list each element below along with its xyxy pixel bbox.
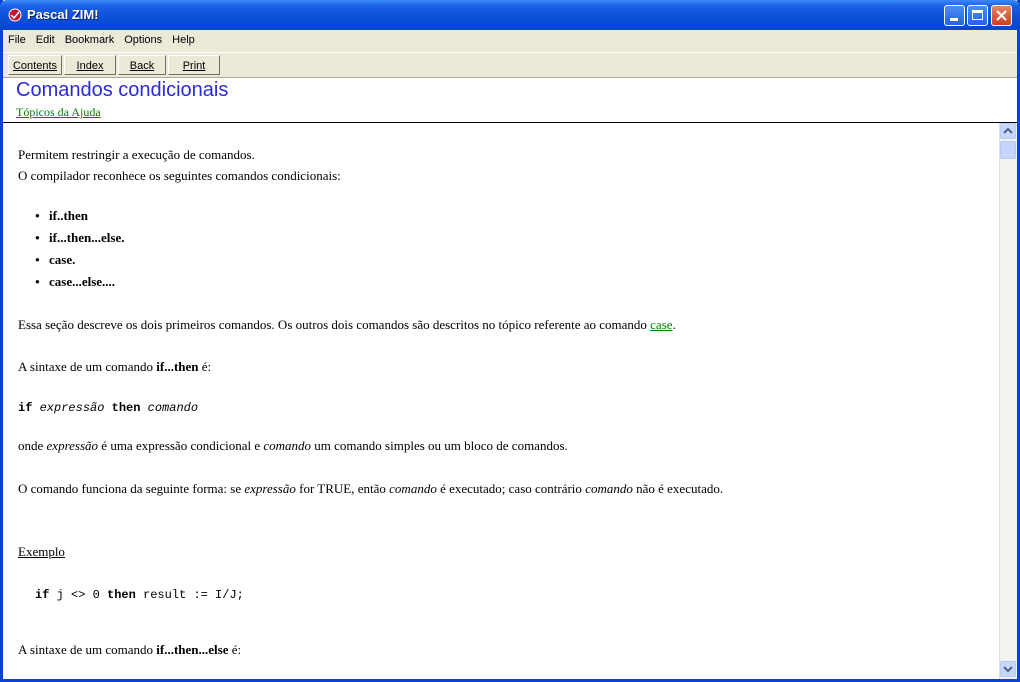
minimize-button[interactable]: [944, 5, 965, 26]
code-example: if j <> 0 then result := I/J;: [35, 588, 244, 602]
menu-bookmark[interactable]: Bookmark: [60, 30, 120, 46]
list-item: case...else....: [35, 274, 115, 290]
scroll-up-button[interactable]: [1000, 123, 1016, 139]
example-heading: Exemplo: [18, 544, 65, 559]
app-icon: [8, 8, 22, 22]
help-content: Permitem restringir a execução de comand…: [3, 123, 999, 679]
topic-title: Comandos condicionais: [16, 79, 229, 101]
menu-options[interactable]: Options: [119, 30, 167, 46]
window-title: Pascal ZIM!: [27, 7, 99, 22]
function-description: O comando funciona da seguinte forma: se…: [18, 481, 724, 496]
topic-header: Comandos condicionais Tópicos da Ajuda: [3, 78, 1017, 123]
maximize-button[interactable]: [967, 5, 988, 26]
index-button[interactable]: Index: [64, 55, 116, 75]
menu-edit[interactable]: Edit: [31, 30, 60, 46]
back-button[interactable]: Back: [118, 55, 166, 75]
scroll-down-button[interactable]: [1000, 661, 1016, 677]
menu-help[interactable]: Help: [167, 30, 200, 46]
section-description: Essa seção descreve os dois primeiros co…: [18, 317, 676, 332]
chevron-down-icon: [1003, 666, 1013, 673]
menu-file[interactable]: File: [3, 30, 31, 46]
vertical-scrollbar[interactable]: [999, 123, 1017, 679]
scroll-thumb[interactable]: [1000, 141, 1016, 159]
intro-line-2: O compilador reconhece os seguintes coma…: [18, 168, 341, 183]
list-item: case.: [35, 252, 75, 268]
close-button[interactable]: [991, 5, 1012, 26]
list-item: if...then...else.: [35, 230, 124, 246]
contents-button[interactable]: Contents: [8, 55, 62, 75]
title-bar[interactable]: Pascal ZIM!: [0, 0, 1020, 30]
print-button[interactable]: Print: [168, 55, 220, 75]
list-item: if..then: [35, 208, 88, 224]
code-syntax-if: if expressão then comando: [18, 401, 199, 415]
menu-bar: File Edit Bookmark Options Help: [3, 30, 1017, 53]
syntax-if-then-else: A sintaxe de um comando if...then...else…: [18, 642, 242, 657]
app-window: Pascal ZIM! File Edit Bookmark Options Help …: [0, 0, 1020, 682]
chevron-up-icon: [1003, 127, 1013, 134]
minimize-icon: [950, 18, 958, 21]
maximize-icon: [972, 10, 983, 20]
syntax-if-then: A sintaxe de um comando if...then é:: [18, 359, 212, 374]
intro-line-1: Permitem restringir a execução de comand…: [18, 147, 255, 162]
case-link[interactable]: case: [650, 317, 672, 332]
close-icon: [996, 10, 1007, 21]
help-topics-link[interactable]: Tópicos da Ajuda: [16, 105, 101, 120]
toolbar: Contents Index Back Print: [3, 53, 1017, 78]
onde-description: onde expressão é uma expressão condicion…: [18, 438, 568, 453]
